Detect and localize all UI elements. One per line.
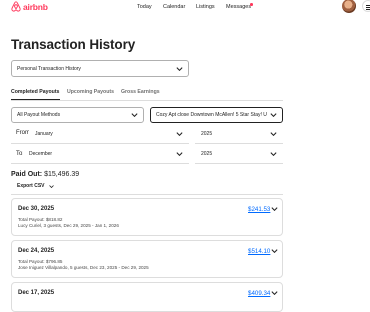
transaction-amount[interactable]: $409.34: [248, 290, 270, 297]
transaction-amount[interactable]: $514.10: [248, 248, 270, 255]
transaction-card[interactable]: Dec 17, 2025 $409.34: [11, 282, 283, 312]
tab-gross-earnings[interactable]: Gross Earnings: [121, 89, 160, 95]
to-year-divider: [195, 163, 283, 164]
tab-completed-payouts[interactable]: Completed Payouts: [11, 89, 59, 95]
export-csv-label: Export CSV: [17, 183, 45, 189]
menu-icon: [366, 8, 370, 10]
transaction-card[interactable]: Dec 24, 2025 $514.10 Total Payout: $796.…: [11, 240, 283, 278]
menu-button[interactable]: [362, 0, 370, 12]
from-divider: [11, 143, 189, 144]
from-year-value: 2025: [201, 131, 213, 137]
chevron-down-icon: [176, 132, 183, 136]
to-year-select[interactable]: 2025: [195, 146, 283, 162]
unread-dot: [250, 3, 253, 6]
tabs-divider: [11, 100, 283, 101]
nav-calendar[interactable]: Calendar: [163, 4, 185, 10]
chevron-down-icon: [48, 184, 54, 188]
transaction-date: Dec 17, 2025: [18, 290, 55, 296]
nav-listings[interactable]: Listings: [196, 4, 215, 10]
paid-out-summary: Paid Out: $15,496.39: [11, 171, 79, 178]
menu-icon: [366, 6, 370, 8]
chevron-down-icon[interactable]: [271, 291, 278, 295]
airbnb-logo[interactable]: airbnb: [11, 1, 48, 12]
chevron-down-icon: [176, 66, 183, 71]
export-csv-button[interactable]: Export CSV: [17, 183, 54, 189]
transaction-date: Dec 30, 2025: [18, 206, 55, 212]
nav-today[interactable]: Today: [137, 4, 152, 10]
payout-method-value: All Payout Methods: [17, 112, 61, 118]
listing-select[interactable]: Cozy Apt close Downtown McAllen! 5 Star …: [150, 107, 283, 123]
page-title: Transaction History: [11, 37, 136, 52]
transaction-amount[interactable]: $241.53: [248, 206, 270, 213]
chevron-down-icon[interactable]: [271, 249, 278, 253]
paid-out-value: $15,496.39: [44, 171, 80, 178]
chevron-down-icon: [270, 152, 277, 156]
transaction-details: Jose Iniguez Villalpando, 5 guests, Dec …: [18, 265, 149, 270]
from-year-divider: [195, 143, 283, 144]
payout-method-select[interactable]: All Payout Methods: [11, 107, 144, 123]
from-month-select[interactable]: January: [29, 126, 189, 142]
from-year-select[interactable]: 2025: [195, 126, 283, 142]
history-type-value: Personal Transaction History: [17, 65, 81, 72]
to-year-value: 2025: [201, 151, 213, 157]
avatar[interactable]: [342, 0, 356, 13]
chevron-down-icon: [270, 113, 277, 117]
to-month-value: December: [29, 151, 53, 157]
airbnb-logo-icon: [11, 1, 21, 12]
transaction-total-payout: Total Payout: $818.82: [18, 217, 63, 222]
chevron-down-icon: [176, 152, 183, 156]
brand-name: airbnb: [23, 1, 48, 12]
listing-value: Cozy Apt close Downtown McAllen! 5 Star …: [156, 112, 267, 118]
transaction-details: Lucy Curiel, 3 guests, Dec 29, 2025 - Ja…: [18, 223, 119, 228]
transaction-card[interactable]: Dec 30, 2025 $241.53 Total Payout: $818.…: [11, 198, 283, 236]
nav-messages[interactable]: Messages: [226, 4, 251, 10]
to-divider: [11, 163, 189, 164]
history-type-select[interactable]: Personal Transaction History: [11, 60, 189, 77]
transaction-date: Dec 24, 2025: [18, 248, 55, 254]
top-nav: airbnb Today Calendar Listings Messages: [0, 0, 370, 14]
summary-divider: [11, 194, 283, 195]
chevron-down-icon[interactable]: [271, 207, 278, 211]
paid-out-label: Paid Out:: [11, 171, 43, 178]
transaction-total-payout: Total Payout: $796.85: [18, 259, 63, 264]
from-month-value: January: [35, 131, 53, 137]
tab-upcoming-payouts[interactable]: Upcoming Payouts: [67, 89, 114, 95]
chevron-down-icon: [131, 113, 138, 117]
menu-icon: [366, 4, 370, 6]
to-month-select[interactable]: December: [23, 146, 189, 162]
chevron-down-icon: [270, 132, 277, 136]
